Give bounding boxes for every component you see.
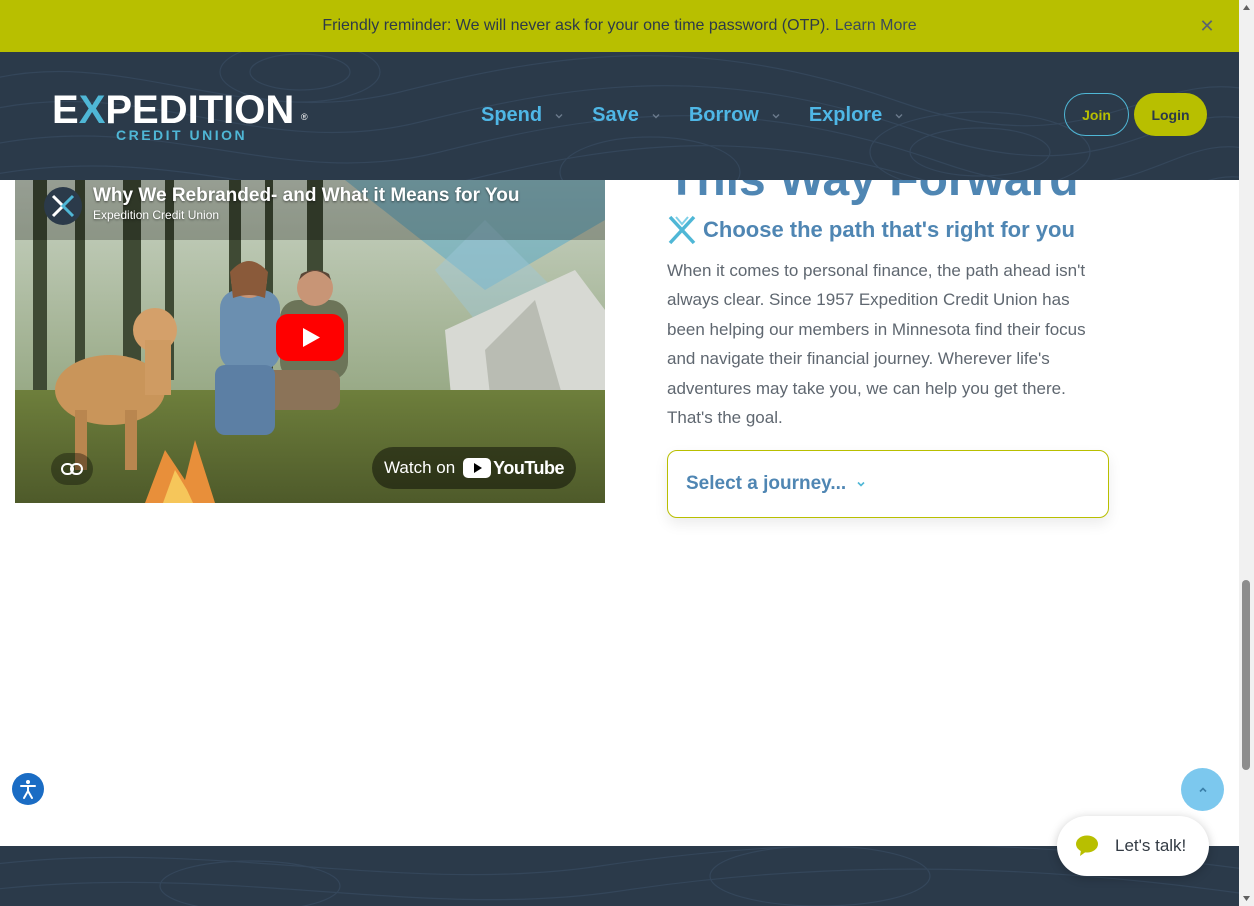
subheading-text: Choose the path that's right for you bbox=[703, 217, 1075, 242]
alert-message: Friendly reminder: We will never ask for… bbox=[322, 17, 830, 34]
registered-mark: ® bbox=[301, 112, 308, 122]
expedition-logo[interactable]: EXPEDITION ® CREDIT UNION bbox=[52, 90, 312, 144]
main-nav: Spend Save Borrow Explore bbox=[481, 104, 932, 127]
copy-link-icon[interactable] bbox=[51, 453, 93, 485]
video-title[interactable]: Why We Rebranded- and What it Means for … bbox=[93, 185, 519, 207]
watch-on-label: Watch on bbox=[383, 458, 456, 477]
alert-banner: Friendly reminder: We will never ask for… bbox=[0, 0, 1239, 52]
intro-paragraph: When it comes to personal finance, the p… bbox=[667, 261, 1086, 428]
logo-subtitle: CREDIT UNION bbox=[116, 127, 248, 143]
video-embed[interactable]: Why We Rebranded- and What it Means for … bbox=[15, 180, 605, 503]
page-scrollbar[interactable] bbox=[1239, 0, 1254, 906]
accessibility-icon bbox=[20, 780, 36, 799]
site-footer bbox=[0, 846, 1239, 906]
logo-wordmark: EXPEDITION bbox=[52, 88, 295, 132]
chat-label: Let's talk! bbox=[1115, 836, 1187, 855]
nav-item-explore[interactable]: Explore bbox=[809, 104, 904, 127]
topographic-pattern bbox=[0, 846, 1239, 906]
link-icon bbox=[61, 463, 83, 475]
accessibility-button[interactable] bbox=[12, 773, 44, 805]
join-button[interactable]: Join bbox=[1064, 93, 1129, 136]
chevron-down-icon bbox=[555, 113, 563, 118]
play-icon[interactable] bbox=[276, 314, 344, 361]
scroll-down-arrow-icon[interactable] bbox=[1242, 894, 1251, 903]
journey-select-label: Select a journey... bbox=[686, 473, 847, 494]
youtube-logo: YouTube bbox=[459, 458, 564, 479]
chevron-down-icon bbox=[857, 481, 865, 487]
channel-avatar[interactable] bbox=[44, 187, 82, 225]
watch-on-youtube-button[interactable]: Watch on YouTube bbox=[372, 447, 576, 489]
nav-item-spend[interactable]: Spend bbox=[481, 104, 564, 127]
nav-item-borrow[interactable]: Borrow bbox=[689, 104, 781, 127]
chevron-down-icon bbox=[772, 113, 780, 118]
expedition-x-icon bbox=[668, 215, 696, 245]
back-to-top-button[interactable] bbox=[1181, 768, 1224, 811]
nav-item-save[interactable]: Save bbox=[592, 104, 661, 127]
expedition-x-icon bbox=[51, 194, 75, 218]
chat-bubble-icon bbox=[1076, 835, 1098, 856]
chevron-down-icon bbox=[652, 113, 660, 118]
chevron-down-icon bbox=[895, 113, 903, 118]
learn-more-link[interactable]: Learn More bbox=[835, 17, 917, 35]
login-button[interactable]: Login bbox=[1134, 93, 1207, 136]
close-icon[interactable]: ✕ bbox=[1195, 14, 1219, 38]
youtube-icon bbox=[463, 458, 492, 478]
chat-launcher[interactable]: Let's talk! bbox=[1057, 816, 1209, 876]
scrollbar-thumb[interactable] bbox=[1242, 580, 1250, 770]
video-channel[interactable]: Expedition Credit Union bbox=[93, 208, 219, 222]
site-header: EXPEDITION ® CREDIT UNION Spend Save Bor… bbox=[0, 52, 1239, 180]
scroll-up-arrow-icon[interactable] bbox=[1242, 3, 1251, 12]
journey-select[interactable]: Select a journey... bbox=[667, 450, 1109, 518]
chevron-up-icon bbox=[1198, 786, 1207, 792]
section-subheading: Choose the path that's right for you bbox=[667, 214, 1075, 246]
